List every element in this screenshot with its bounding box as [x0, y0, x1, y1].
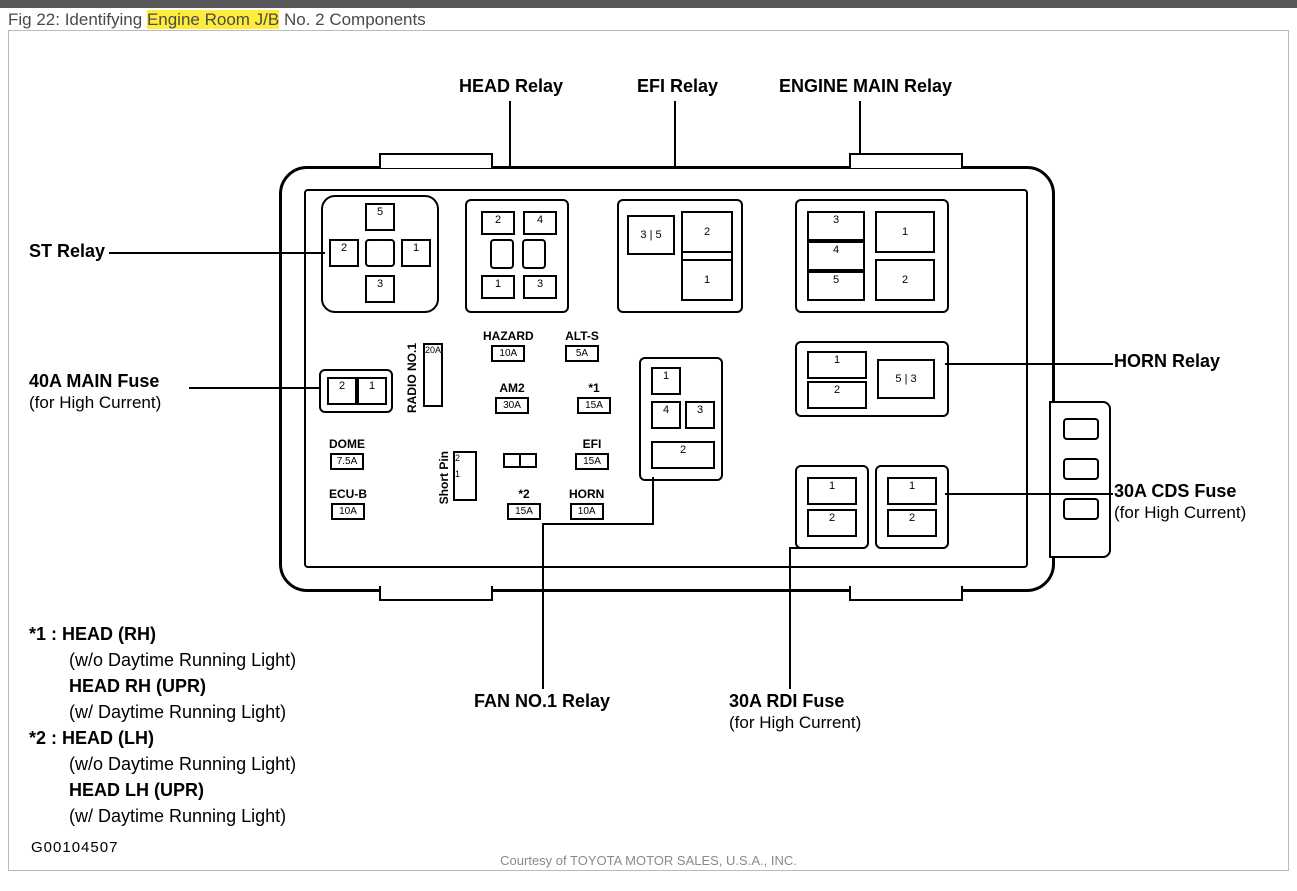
credit-line: Courtesy of TOYOTA MOTOR SALES, U.S.A., … [9, 853, 1288, 868]
caption-suffix: No. 2 Components [284, 10, 426, 29]
label-cds-fuse: 30A CDS Fuse [1114, 481, 1236, 502]
name: HORN [569, 487, 604, 501]
name: EFI [583, 437, 602, 451]
fuse-40a-main: 2 1 [319, 369, 393, 413]
label-horn-relay: HORN Relay [1114, 351, 1220, 372]
figure-caption: Fig 22: Identifying Engine Room J/B No. … [8, 10, 426, 30]
leader-40a [189, 387, 321, 389]
tab-top-right [849, 153, 963, 168]
amp: 7.5A [330, 453, 364, 470]
fuse-horn: HORN 10A [569, 487, 604, 520]
notch [1063, 418, 1099, 440]
amp: 10A [491, 345, 525, 362]
fn2c: HEAD LH (UPR) [69, 780, 204, 800]
fuse-star2: *2 15A [507, 487, 541, 520]
leader-fan-h [542, 523, 652, 525]
fuse-star1: *1 15A [577, 381, 611, 414]
label-rdi-fuse: 30A RDI Fuse [729, 691, 844, 712]
top-divider [0, 0, 1297, 8]
leader-rdi-h [789, 547, 829, 549]
name: ALT-S [565, 329, 599, 343]
fuse-am2: AM2 30A [495, 381, 529, 414]
leader-cds [945, 493, 1113, 495]
amp: 30A [495, 397, 529, 414]
relay-horn: 1 2 5 | 3 [795, 341, 949, 417]
shortpin-label: Short Pin [437, 451, 451, 504]
label-efi-relay: EFI Relay [637, 76, 718, 97]
fuse-blank1 [503, 437, 537, 468]
name: HAZARD [483, 329, 534, 343]
radio-label: RADIO NO.1 [405, 343, 419, 413]
amp: 5A [565, 345, 599, 362]
fuse-alts: ALT-S 5A [565, 329, 599, 362]
name: ECU-B [329, 487, 367, 501]
fuse-hazard: HAZARD 10A [483, 329, 534, 362]
fn1c: HEAD RH (UPR) [69, 676, 206, 696]
label-rdi-fuse-sub: (for High Current) [729, 713, 861, 733]
name: DOME [329, 437, 365, 451]
tab-bottom-right [849, 586, 963, 601]
page-root: Fig 22: Identifying Engine Room J/B No. … [0, 0, 1297, 891]
leader-fan-v2 [652, 477, 654, 525]
name: *1 [588, 381, 599, 395]
leader-rdi-v [789, 547, 791, 689]
amp: 15A [577, 397, 611, 414]
amp: 10A [331, 503, 365, 520]
fuse-efi: EFI 15A [575, 437, 609, 470]
label-40a-main: 40A MAIN Fuse [29, 371, 159, 392]
amp: 15A [575, 453, 609, 470]
fuse-ecub: ECU-B 10A [329, 487, 367, 520]
label-40a-main-sub: (for High Current) [29, 393, 161, 413]
leader-fan-v [542, 523, 544, 689]
fn1a: HEAD (RH) [62, 624, 156, 644]
shortpin-box: 2 1 [453, 451, 477, 501]
notch [1063, 458, 1099, 480]
relay-head: 2 4 1 3 [465, 199, 569, 313]
caption-prefix: Fig 22: Identifying [8, 10, 142, 29]
footnote-block: *1 : HEAD (RH) (w/o Daytime Running Ligh… [29, 621, 296, 829]
label-st-relay: ST Relay [29, 241, 105, 262]
radio-amp: 20A [425, 345, 441, 355]
radio-box: 20A [423, 343, 443, 407]
caption-highlight: Engine Room J/B [147, 10, 279, 29]
name: *2 [518, 487, 529, 501]
fn1d: (w/ Daytime Running Light) [69, 702, 286, 722]
label-engine-main-relay: ENGINE MAIN Relay [779, 76, 952, 97]
fn2-key: *2 : [29, 728, 57, 748]
amp: 10A [570, 503, 604, 520]
fuse-dome: DOME 7.5A [329, 437, 365, 470]
relay-engine-main: 3 4 5 1 2 [795, 199, 949, 313]
fn2a: HEAD (LH) [62, 728, 154, 748]
fn2b: (w/o Daytime Running Light) [69, 754, 296, 774]
tab-top-left [379, 153, 493, 168]
fn1-key: *1 : [29, 624, 57, 644]
tab-bottom-left [379, 586, 493, 601]
fn1b: (w/o Daytime Running Light) [69, 650, 296, 670]
fuse-radio: RADIO NO.1 [405, 343, 419, 418]
relay-efi: 3 | 5 2 1 [617, 199, 743, 313]
fuse-shortpin: Short Pin [437, 451, 451, 509]
label-fan-relay: FAN NO.1 Relay [474, 691, 610, 712]
label-cds-fuse-sub: (for High Current) [1114, 503, 1246, 523]
amp: 15A [507, 503, 541, 520]
leader-horn [945, 363, 1113, 365]
relay-fan: 1 4 3 2 [639, 357, 723, 481]
leader-st-relay [109, 252, 325, 254]
fuse-cds: 1 2 [875, 465, 949, 549]
label-head-relay: HEAD Relay [459, 76, 563, 97]
relay-st-outer [321, 195, 439, 313]
fuse-rdi: 1 2 [795, 465, 869, 549]
notch [1063, 498, 1099, 520]
fn2d: (w/ Daytime Running Light) [69, 806, 286, 826]
diagram-frame: HEAD Relay EFI Relay ENGINE MAIN Relay 5… [8, 30, 1289, 871]
name: AM2 [499, 381, 524, 395]
side-connector [1049, 401, 1111, 558]
